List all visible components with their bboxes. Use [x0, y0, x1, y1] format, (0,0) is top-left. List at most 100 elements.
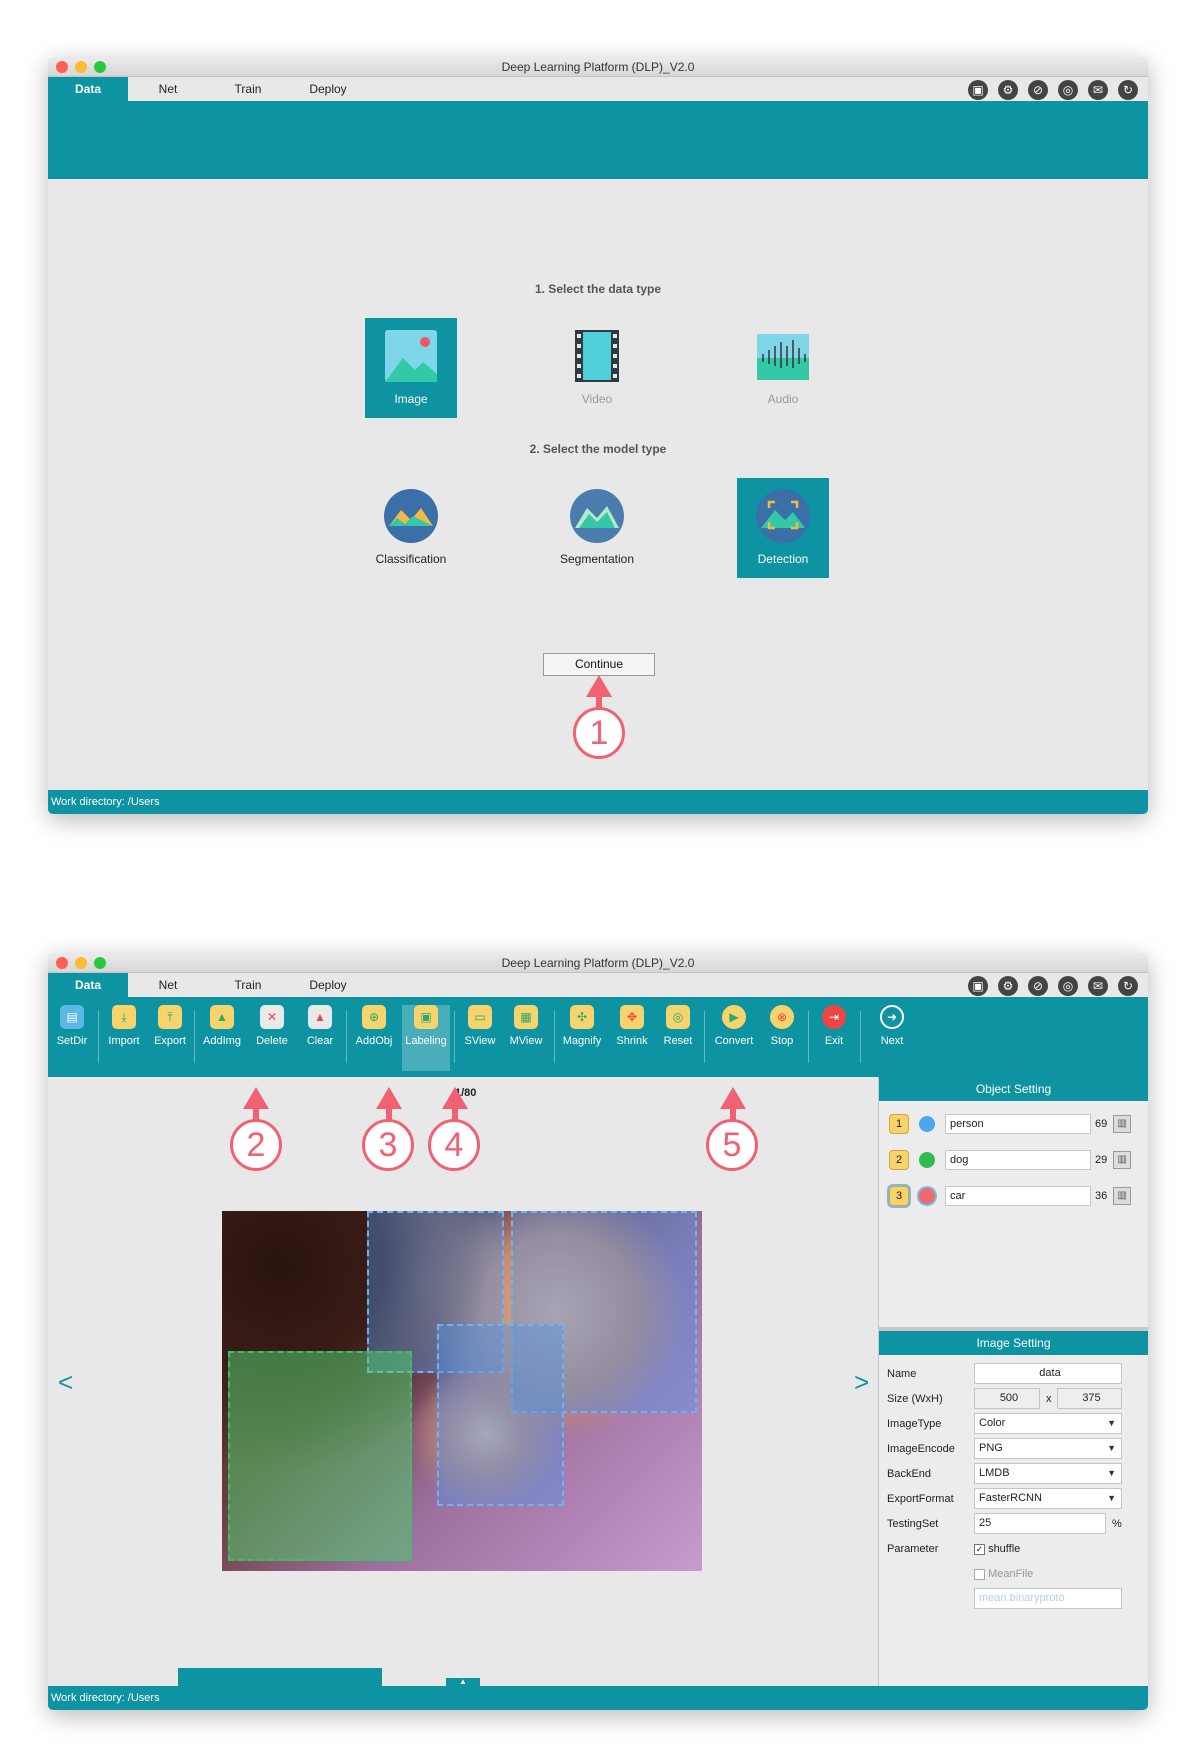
stop-button[interactable]: ⊗ Stop	[758, 1005, 806, 1047]
compass-icon[interactable]: ⊘	[1028, 80, 1048, 100]
toolbar-separator	[860, 1011, 861, 1063]
model-type-segmentation-label: Segmentation	[559, 552, 635, 566]
tab-train[interactable]: Train	[208, 973, 288, 997]
object-index-badge: 1	[889, 1114, 909, 1134]
checkbox-unchecked-icon[interactable]	[974, 1568, 985, 1580]
exit-button[interactable]: ⇥ Exit	[810, 1005, 858, 1047]
tab-net[interactable]: Net	[128, 77, 208, 101]
data-type-audio[interactable]: Audio	[737, 318, 829, 418]
image-encode-select[interactable]: PNG ▼	[974, 1438, 1122, 1459]
play-icon: ▶	[722, 1005, 746, 1029]
header-banner	[48, 101, 1148, 179]
minimize-button[interactable]	[75, 61, 87, 73]
callout-4: 4	[428, 1119, 480, 1171]
sview-button[interactable]: ▭ SView	[456, 1005, 504, 1047]
settings-icon[interactable]: ⚙	[998, 80, 1018, 100]
settings-icon[interactable]: ⚙	[998, 976, 1018, 996]
model-type-segmentation[interactable]: Segmentation	[551, 478, 643, 578]
window-title: Deep Learning Platform (DLP)_V2.0	[501, 956, 695, 970]
shuffle-checkbox[interactable]: ✓ shuffle	[974, 1538, 1020, 1560]
mail-icon[interactable]: ✉	[1088, 976, 1108, 996]
tab-train[interactable]: Train	[208, 77, 288, 101]
labeling-button[interactable]: ▣ Labeling	[402, 1005, 450, 1071]
wechat-icon[interactable]: ◎	[1058, 976, 1078, 996]
reset-button[interactable]: ◎ Reset	[654, 1005, 702, 1047]
meanfile-checkbox[interactable]: MeanFile	[974, 1563, 1033, 1585]
detection-icon	[756, 489, 810, 543]
tab-deploy[interactable]: Deploy	[288, 77, 368, 101]
checkbox-checked-icon[interactable]: ✓	[974, 1543, 985, 1555]
object-count: 69	[1095, 1118, 1108, 1130]
testing-set-field[interactable]: 25	[974, 1513, 1106, 1534]
object-color-dot[interactable]	[919, 1152, 935, 1168]
import-button[interactable]: ⤓ Import	[100, 1005, 148, 1047]
object-row[interactable]: 2 dog 29 ▥	[889, 1149, 1132, 1171]
width-field[interactable]: 500	[974, 1388, 1040, 1409]
image-type-select[interactable]: Color ▼	[974, 1413, 1122, 1434]
bbox-person[interactable]	[437, 1324, 564, 1506]
refresh-icon[interactable]: ↻	[1118, 80, 1138, 100]
object-color-dot[interactable]	[919, 1188, 935, 1204]
object-count: 29	[1095, 1154, 1108, 1166]
prev-image-button[interactable]: <	[58, 1367, 73, 1398]
zoom-button[interactable]	[94, 957, 106, 969]
zoom-button[interactable]	[94, 61, 106, 73]
addobj-button[interactable]: ⊕ AddObj	[350, 1005, 398, 1047]
model-type-detection[interactable]: Detection	[737, 478, 829, 578]
data-type-video[interactable]: Video	[551, 318, 643, 418]
object-color-dot[interactable]	[919, 1116, 935, 1132]
close-button[interactable]	[56, 61, 68, 73]
object-name-field[interactable]: car	[945, 1186, 1091, 1206]
labeled-image[interactable]	[222, 1211, 702, 1571]
tab-data[interactable]: Data	[48, 973, 128, 997]
chevron-up-icon[interactable]: ▲	[446, 1678, 480, 1686]
mview-button[interactable]: ▦ MView	[502, 1005, 550, 1047]
model-type-detection-label: Detection	[757, 552, 809, 566]
tab-net[interactable]: Net	[128, 973, 208, 997]
save-icon[interactable]: ▣	[968, 976, 988, 996]
convert-button[interactable]: ▶ Convert	[710, 1005, 758, 1047]
shrink-button[interactable]: ✥ Shrink	[608, 1005, 656, 1047]
next-image-button[interactable]: >	[854, 1367, 869, 1398]
minimize-button[interactable]	[75, 957, 87, 969]
clear-icon: ▲	[308, 1005, 332, 1029]
continue-button[interactable]: Continue	[543, 653, 655, 676]
close-button[interactable]	[56, 957, 68, 969]
wechat-icon[interactable]: ◎	[1058, 80, 1078, 100]
segmentation-icon	[570, 489, 624, 543]
delete-button[interactable]: ✕ Delete	[248, 1005, 296, 1047]
export-format-select[interactable]: FasterRCNN ▼	[974, 1488, 1122, 1509]
object-name-field[interactable]: dog	[945, 1150, 1091, 1170]
tab-deploy[interactable]: Deploy	[288, 973, 368, 997]
object-row[interactable]: 3 car 36 ▥	[889, 1185, 1132, 1207]
object-row[interactable]: 1 person 69 ▥	[889, 1113, 1132, 1135]
magnify-button[interactable]: ✣ Magnify	[558, 1005, 606, 1047]
name-field[interactable]: data	[974, 1363, 1122, 1384]
model-type-classification[interactable]: Classification	[365, 478, 457, 578]
trash-icon[interactable]: ▥	[1113, 1187, 1132, 1205]
setdir-button[interactable]: ▤ SetDir	[48, 1005, 96, 1047]
height-field[interactable]: 375	[1057, 1388, 1122, 1409]
export-button[interactable]: ⤒ Export	[146, 1005, 194, 1047]
toolbar-separator	[454, 1011, 455, 1063]
add-image-icon: ▲	[210, 1005, 234, 1029]
trash-icon[interactable]: ▥	[1113, 1151, 1132, 1169]
refresh-icon[interactable]: ↻	[1118, 976, 1138, 996]
meanfile-field[interactable]: mean.binaryproto	[974, 1588, 1122, 1609]
window-controls	[56, 957, 106, 969]
toolbar-separator	[554, 1011, 555, 1063]
object-name-field[interactable]: person	[945, 1114, 1091, 1134]
mail-icon[interactable]: ✉	[1088, 80, 1108, 100]
thumbnail-strip-tab[interactable]	[178, 1668, 382, 1686]
tab-data[interactable]: Data	[48, 77, 128, 101]
bbox-dog[interactable]	[228, 1351, 412, 1561]
trash-icon[interactable]: ▥	[1113, 1115, 1132, 1133]
save-icon[interactable]: ▣	[968, 80, 988, 100]
object-index-badge: 3	[889, 1186, 909, 1206]
compass-icon[interactable]: ⊘	[1028, 976, 1048, 996]
addimg-button[interactable]: ▲ AddImg	[198, 1005, 246, 1047]
next-button[interactable]: ➜ Next	[868, 1005, 916, 1047]
clear-button[interactable]: ▲ Clear	[296, 1005, 344, 1047]
backend-select[interactable]: LMDB ▼	[974, 1463, 1122, 1484]
data-type-image[interactable]: Image	[365, 318, 457, 418]
